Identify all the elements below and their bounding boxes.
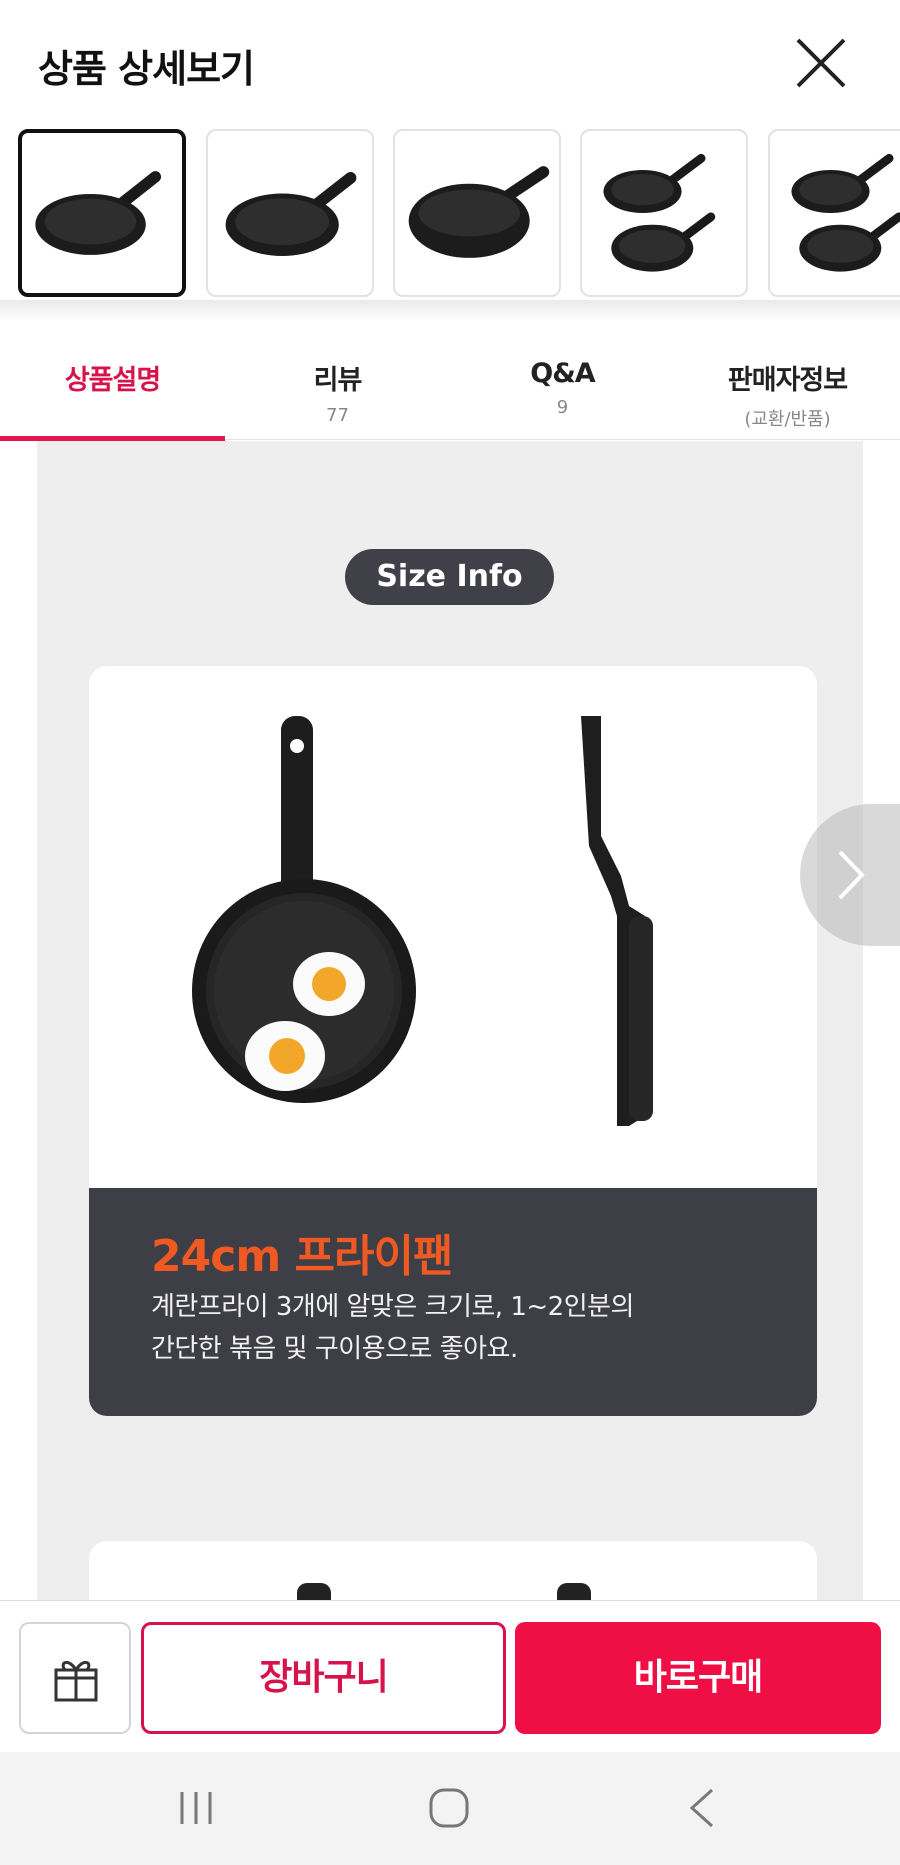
gift-button[interactable] [19,1622,131,1734]
pan-handle-image [297,1583,331,1601]
size-description: 계란프라이 3개에 알맞은 크기로, 1~2인분의 간단한 볶음 및 구이용으로… [151,1286,771,1370]
tab-label: 리뷰 [313,365,363,396]
fry-pan-set-image [791,153,900,272]
tab-description[interactable]: 상품설명 [0,322,225,441]
tab-sub: (교환/반품) [744,409,831,430]
description-line: 간단한 볶음 및 구이용으로 좋아요. [151,1334,518,1364]
home-icon [429,1788,469,1828]
tab-label: Q&A [530,358,595,389]
thumbnail-5[interactable] [768,129,900,297]
tab-label: 상품설명 [64,365,161,396]
tab-label: 판매자정보 [727,365,848,396]
tab-qna[interactable]: Q&A 9 [450,322,675,440]
product-detail-content: Size Info 24cm 프라이팬 계란프라이 3개에 알맞은 크기로, 1… [37,441,863,1601]
thumbnail-1[interactable] [18,129,186,297]
gift-icon [54,1661,98,1702]
page-title: 상품 상세보기 [38,47,255,91]
fry-pan-set-image [603,153,716,272]
size-info-badge: Size Info [345,549,554,605]
chevron-right-icon [838,850,865,900]
review-count: 77 [326,405,349,426]
thumbnail-3[interactable] [393,129,561,297]
close-button[interactable] [790,32,852,94]
thumbnail-2[interactable] [206,129,374,297]
size-card-caption: 24cm 프라이팬 계란프라이 3개에 알맞은 크기로, 1~2인분의 간단한 … [89,1188,817,1416]
pan-handle-image [557,1583,591,1601]
recent-apps-icon [180,1792,212,1824]
back-button[interactable] [672,1780,732,1836]
fry-pan-image [225,172,357,256]
fry-pan-image [35,171,162,255]
tab-reviews[interactable]: 리뷰 77 [225,322,450,440]
header: 상품 상세보기 [0,0,900,125]
qna-count: 9 [556,397,569,418]
system-navigation-bar [0,1752,900,1865]
home-button[interactable] [418,1780,478,1836]
size-card-next [89,1541,817,1601]
thumbnail-strip [0,125,900,300]
description-line: 계란프라이 3개에 알맞은 크기로, 1~2인분의 [151,1292,634,1322]
buy-now-button[interactable]: 바로구매 [515,1622,881,1734]
fry-pan-image [408,166,550,258]
size-card: 24cm 프라이팬 계란프라이 3개에 알맞은 크기로, 1~2인분의 간단한 … [89,666,817,1416]
fry-pan-product-image [192,716,653,1126]
bottom-action-bar: 장바구니 바로구매 [0,1600,900,1752]
tab-bar: 상품설명 리뷰 77 Q&A 9 판매자정보 (교환/반품) [0,322,900,441]
thumbnail-4[interactable] [580,129,748,297]
close-icon [796,38,846,88]
tab-seller-info[interactable]: 판매자정보 (교환/반품) [675,322,900,440]
back-icon [689,1788,714,1828]
divider [0,300,900,322]
size-title: 24cm 프라이팬 [151,1231,453,1282]
recent-apps-button[interactable] [166,1780,226,1836]
add-to-cart-button[interactable]: 장바구니 [141,1622,506,1734]
